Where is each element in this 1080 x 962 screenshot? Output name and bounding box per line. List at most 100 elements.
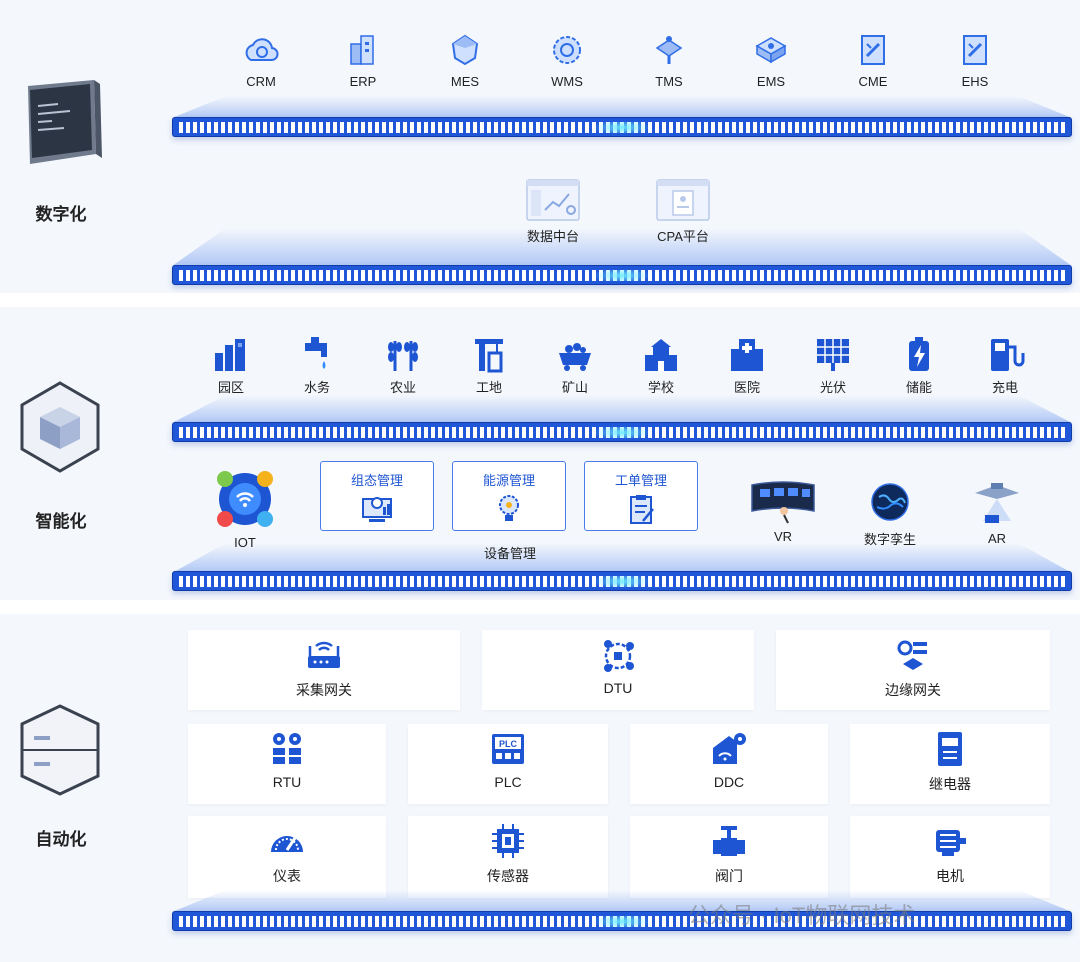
system-tms[interactable]: TMS xyxy=(624,30,714,89)
plc-icon: PLC xyxy=(492,734,524,764)
scene-label: 农业 xyxy=(389,380,416,395)
app-label: 数字孪生 xyxy=(863,532,916,547)
hospital-icon xyxy=(731,339,763,371)
gateway-label: 采集网关 xyxy=(296,682,352,698)
gateway-label: 边缘网关 xyxy=(885,682,941,698)
wheat-icon xyxy=(388,341,418,371)
platform-label: CPA平台 xyxy=(657,229,709,244)
iot-label: IOT xyxy=(234,535,256,550)
automation-left-panel: 自动化 xyxy=(0,614,122,962)
cube-hexagon-icon xyxy=(20,381,100,473)
solar-panel-icon xyxy=(817,339,849,371)
device-label: 继电器 xyxy=(929,776,971,792)
system-erp[interactable]: ERP xyxy=(318,30,408,89)
chip-icon xyxy=(492,824,524,858)
scene-label: 学校 xyxy=(647,380,674,395)
system-ems[interactable]: EMS xyxy=(726,30,816,89)
app-digital-twin[interactable]: 数字孪生 xyxy=(845,479,935,548)
device-motor[interactable]: 电机 xyxy=(850,816,1050,898)
dashboard-window-icon xyxy=(526,179,580,221)
device-sensor[interactable]: 传感器 xyxy=(408,816,608,898)
apps-glow xyxy=(172,543,1072,573)
device-ddc[interactable]: DDC xyxy=(630,724,828,804)
scene-label: 矿山 xyxy=(561,380,588,395)
system-label: EMS xyxy=(756,74,786,89)
module-label: 能源管理 xyxy=(482,473,535,488)
app-ar[interactable]: AR xyxy=(952,473,1042,546)
scene-charging[interactable]: 充电 xyxy=(960,335,1050,396)
gateway-dtu[interactable]: DTU xyxy=(482,630,754,710)
device-label: DDC xyxy=(713,774,745,790)
scene-park[interactable]: 园区 xyxy=(186,335,276,396)
relay-icon xyxy=(938,732,962,766)
module-configuration[interactable]: 组态管理 xyxy=(320,461,434,531)
park-icon xyxy=(215,339,245,371)
device-meter[interactable]: 仪表 xyxy=(188,816,386,898)
vr-screen-icon xyxy=(751,481,815,524)
cloud-gear-icon xyxy=(245,38,279,61)
system-label: ERP xyxy=(349,74,377,89)
system-mes[interactable]: MES xyxy=(420,30,510,89)
apps-rail xyxy=(172,571,1072,591)
iot-hub-icon xyxy=(217,471,273,527)
scene-agriculture[interactable]: 农业 xyxy=(358,335,448,396)
device-management-label: 设备管理 xyxy=(483,546,536,561)
scene-label: 园区 xyxy=(217,380,244,395)
system-label: TMS xyxy=(655,74,683,89)
crane-icon xyxy=(475,339,503,373)
scene-label: 光伏 xyxy=(819,380,846,395)
system-label: MES xyxy=(450,74,480,89)
systems-rail xyxy=(172,117,1072,137)
automation-section: 自动化 采集网关 DTU 边缘网关 RTU PLC PLC DDC 继电器 仪表… xyxy=(0,614,1080,962)
device-rtu[interactable]: RTU xyxy=(188,724,386,804)
scene-solar[interactable]: 光伏 xyxy=(788,335,878,396)
scene-label: 水务 xyxy=(303,380,330,395)
scene-label: 充电 xyxy=(991,380,1018,395)
iot-hub[interactable]: IOT xyxy=(200,467,290,550)
scene-storage[interactable]: 储能 xyxy=(874,335,964,396)
system-label: WMS xyxy=(551,74,583,89)
gateway-collect[interactable]: 采集网关 xyxy=(188,630,460,710)
module-work-order[interactable]: 工单管理 xyxy=(584,461,698,531)
system-label: CRM xyxy=(246,74,276,89)
device-label: 传感器 xyxy=(487,868,529,884)
tools-panel-icon xyxy=(861,35,885,65)
scene-mine[interactable]: 矿山 xyxy=(530,335,620,396)
scene-water[interactable]: 水务 xyxy=(272,335,362,396)
motor-icon xyxy=(936,830,966,856)
platform-cpa[interactable]: CPA平台 xyxy=(638,178,728,245)
module-energy[interactable]: 能源管理 xyxy=(452,461,566,531)
device-plc[interactable]: PLC PLC xyxy=(408,724,608,804)
system-wms[interactable]: WMS xyxy=(522,30,612,89)
device-valve[interactable]: 阀门 xyxy=(630,816,828,898)
device-relay[interactable]: 继电器 xyxy=(850,724,1050,804)
smart-left-panel: 智能化 xyxy=(0,307,122,600)
system-cme[interactable]: CME xyxy=(828,30,918,89)
gauge-icon xyxy=(271,836,303,852)
gem-icon xyxy=(451,34,479,66)
gateway-edge[interactable]: 边缘网关 xyxy=(776,630,1050,710)
system-ehs[interactable]: EHS xyxy=(930,30,1020,89)
scene-construction[interactable]: 工地 xyxy=(444,335,534,396)
server-icon xyxy=(755,37,787,64)
app-vr[interactable]: VR xyxy=(738,475,828,544)
router-icon xyxy=(308,641,340,668)
app-label: VR xyxy=(773,529,793,544)
platform-label: 数据中台 xyxy=(526,229,579,244)
automation-title: 自动化 xyxy=(35,830,87,849)
system-crm[interactable]: CRM xyxy=(216,30,306,89)
systems-glow xyxy=(172,96,1072,118)
platforms-rail xyxy=(172,265,1072,285)
buildings-icon xyxy=(350,35,374,65)
scene-school[interactable]: 学校 xyxy=(616,335,706,396)
document-window-icon xyxy=(656,179,710,221)
scene-hospital[interactable]: 医院 xyxy=(702,335,792,396)
device-label: 阀门 xyxy=(715,868,743,884)
drone-icon xyxy=(975,483,1019,523)
system-label: EHS xyxy=(961,74,989,89)
digital-section: 数字化 CRM ERP MES WMS TMS EMS CME EHS 数据中台… xyxy=(0,0,1080,293)
platform-data-middle[interactable]: 数据中台 xyxy=(508,178,598,245)
monitor-gear-icon xyxy=(362,497,392,522)
digital-title: 数字化 xyxy=(35,205,87,224)
mine-cart-icon xyxy=(559,343,591,371)
